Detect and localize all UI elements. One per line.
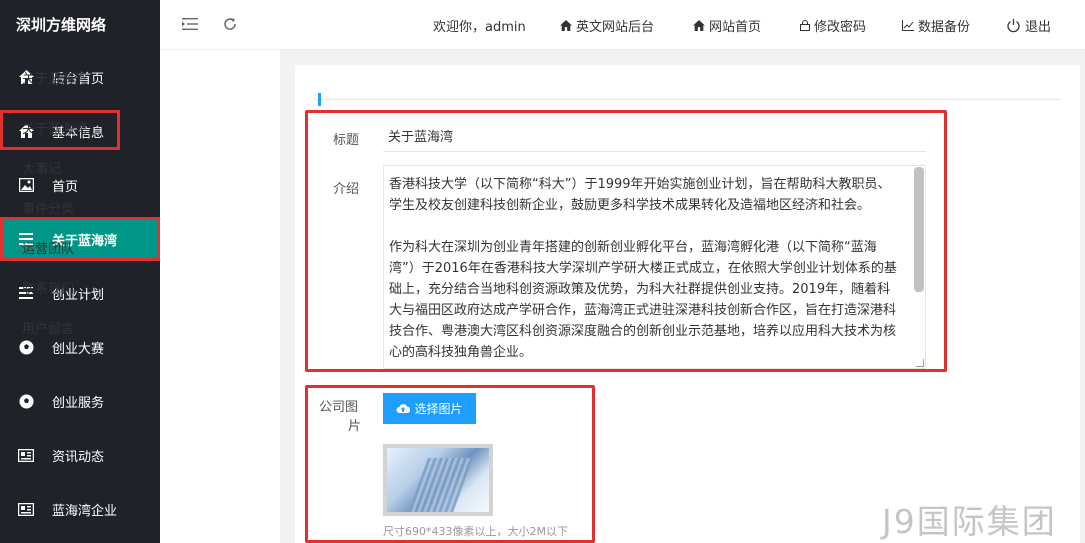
image-label: 公司图 (319, 400, 359, 415)
company-image-preview (383, 444, 493, 516)
sidebar-item-label: 资讯动态 (52, 449, 105, 465)
title-input[interactable] (383, 120, 926, 152)
chart-icon (902, 20, 914, 31)
choose-image-button[interactable]: 选择图片 (383, 393, 476, 424)
intro-paragraph: 香港科技大学（以下简称“科大”）于1999年开始实施创业计划，旨在帮助科大教职员… (389, 177, 891, 213)
home-icon (693, 20, 705, 31)
intro-textarea[interactable]: 香港科技大学（以下简称“科大”）于1999年开始实施创业计划，旨在帮助科大教职员… (383, 165, 926, 369)
submenu-item-about[interactable]: 关于蓝海湾 (0, 110, 120, 150)
resize-handle[interactable] (916, 359, 924, 367)
intro-label: 介绍 (333, 182, 360, 197)
refresh-icon[interactable] (221, 15, 239, 33)
lock-icon (800, 20, 810, 31)
link-logout[interactable]: 退出 (1006, 16, 1051, 35)
watermark: J9国际集团 (882, 502, 1057, 541)
link-english-admin[interactable]: 英文网站后台 (560, 16, 654, 35)
newspaper-icon (18, 501, 34, 517)
sidebar-item-label: 蓝海湾企业 (52, 503, 118, 519)
brand-logo: 深圳方维网络 (0, 0, 160, 50)
sidebar-item-news[interactable]: 资讯动态 (0, 433, 160, 477)
link-change-password[interactable]: 修改密码 (800, 16, 866, 35)
tab-indicator (318, 93, 321, 106)
power-icon (1006, 18, 1021, 33)
submenu-item-team[interactable]: 运营团队 (0, 230, 120, 270)
cloud-upload-icon (396, 403, 411, 414)
tab-divider (315, 99, 1061, 100)
top-header: 欢迎你，admin 英文网站后台 网站首页 修改密码 数据备份 退出 (160, 0, 1085, 50)
intro-paragraph: 作为科大在深圳为创业青年搭建的创新创业孵化平台，蓝海湾孵化港（以下简称“蓝海湾”… (389, 240, 897, 360)
sidebar-item-companies[interactable]: 蓝海湾企业 (0, 487, 160, 531)
menu-collapse-icon[interactable] (181, 15, 199, 33)
newspaper-icon (18, 447, 34, 463)
submenu-item-messages[interactable]: 用户留言 (0, 310, 120, 350)
image-size-hint: 尺寸690*433像素以上，大小2M以下 (383, 525, 568, 538)
title-label: 标题 (333, 133, 360, 148)
submenu-item-milestones[interactable]: 大事记 (0, 150, 120, 190)
submenu-item-contact[interactable]: 联系我们 (0, 270, 120, 310)
link-site-home[interactable]: 网站首页 (693, 16, 761, 35)
sidebar-item-label: 创业服务 (52, 395, 105, 411)
welcome-text: 欢迎你，admin (433, 20, 526, 35)
sidebar-item-service[interactable]: 创业服务 (0, 379, 160, 423)
textarea-scrollbar[interactable] (914, 167, 924, 292)
image-label-cont: 片 (348, 419, 362, 434)
link-data-backup[interactable]: 数据备份 (902, 16, 970, 35)
home-icon (560, 20, 572, 31)
soccer-icon (18, 393, 34, 409)
submenu-item-event-category[interactable]: 事件分类 (0, 190, 120, 230)
submenu-heading: 关于蓝海湾 (22, 72, 88, 87)
submenu-panel (160, 50, 280, 543)
